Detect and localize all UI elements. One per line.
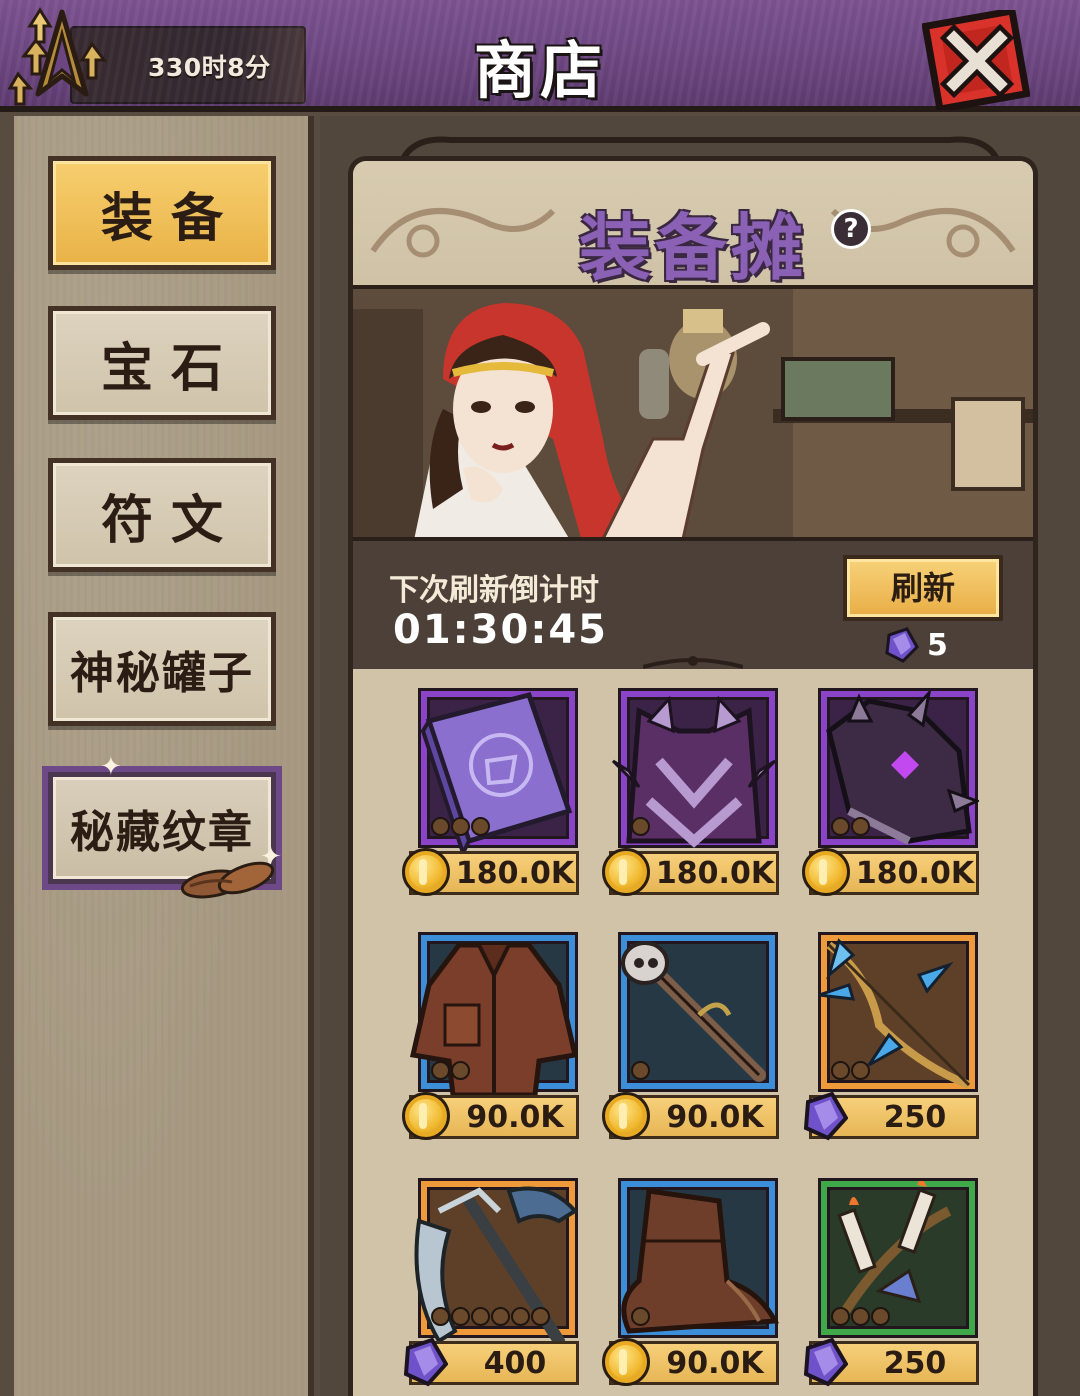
- tab-gems[interactable]: 宝石: [48, 306, 276, 420]
- shop-item-spiked-armor[interactable]: 180.0K: [602, 691, 779, 905]
- price-value: 400: [483, 1346, 547, 1381]
- price-value: 180.0K: [855, 856, 975, 891]
- price-tag: 90.0K: [602, 1092, 779, 1140]
- page-title: 商店: [473, 34, 606, 107]
- sparkle-icon: ✦: [100, 752, 122, 782]
- price-value: 90.0K: [466, 1100, 564, 1135]
- tab-hidden-emblem-label: 秘藏纹章: [70, 807, 254, 858]
- tab-equipment[interactable]: 装备: [48, 156, 276, 270]
- shop-item-dragon-scythe[interactable]: 400: [403, 1181, 579, 1395]
- close-icon[interactable]: [922, 10, 1030, 110]
- shop-title: 装备摊: [579, 206, 808, 290]
- star-rating: [631, 1307, 650, 1326]
- price-tag: 90.0K: [602, 1338, 779, 1386]
- gold-coin-icon: [602, 848, 650, 896]
- price-value: 250: [883, 1346, 947, 1381]
- star-rating: [831, 1307, 890, 1326]
- price-value: 90.0K: [666, 1346, 764, 1381]
- purple-gem-icon: [803, 1337, 848, 1387]
- refresh-countdown-label: 下次刷新倒计时: [389, 573, 599, 608]
- refresh-bar: 下次刷新倒计时 01:30:45 刷新 5: [353, 541, 1033, 669]
- purple-gem-icon: [885, 627, 919, 663]
- refresh-cost-value: 5: [927, 627, 948, 663]
- rank-arrow-icon[interactable]: [8, 4, 116, 112]
- price-tag: 180.0K: [802, 848, 979, 896]
- shop-item-dark-gauntlet[interactable]: 180.0K: [802, 691, 979, 905]
- shop-item-skull-staff[interactable]: 90.0K: [602, 935, 779, 1149]
- shop-item-candle-ornament[interactable]: 250: [803, 1181, 979, 1395]
- gold-coin-icon: [802, 848, 850, 896]
- star-rating: [631, 817, 650, 836]
- shop-item-leather-boots[interactable]: 90.0K: [602, 1181, 779, 1395]
- price-value: 90.0K: [666, 1100, 764, 1135]
- shop-item-leather-coat[interactable]: 90.0K: [402, 935, 579, 1149]
- tab-equipment-label: 装备: [100, 188, 241, 249]
- scroll-header: 装备摊 ?: [353, 161, 1033, 290]
- star-rating: [631, 1061, 650, 1080]
- gold-coin-icon: [602, 1338, 650, 1386]
- shop-item-crystal-bow[interactable]: 250: [803, 935, 979, 1149]
- tab-runes-label: 符文: [100, 490, 241, 551]
- gold-coin-icon: [402, 848, 450, 896]
- gold-coin-icon: [402, 1092, 450, 1140]
- price-tag: 400: [403, 1337, 579, 1387]
- help-icon[interactable]: ?: [831, 209, 871, 249]
- vendor-illustration: [353, 285, 1033, 541]
- shop-item-spellbook[interactable]: 180.0K: [402, 691, 579, 905]
- tab-mystery-jar[interactable]: 神秘罐子: [48, 612, 276, 726]
- price-value: 180.0K: [455, 856, 575, 891]
- tab-runes[interactable]: 符文: [48, 458, 276, 572]
- star-rating: [831, 817, 870, 836]
- divider-ornament: [643, 656, 743, 669]
- price-tag: 90.0K: [402, 1092, 579, 1140]
- bean-pods-icon: [180, 861, 275, 899]
- refresh-countdown-time: 01:30:45: [393, 607, 608, 653]
- star-rating: [431, 1061, 470, 1080]
- price-tag: 250: [803, 1091, 979, 1141]
- refresh-button[interactable]: 刷新: [843, 555, 1003, 621]
- gold-coin-icon: [602, 1092, 650, 1140]
- shop-panel: 装备摊 ? 下次刷新倒计时 01:30:45 刷新 5 180.0K 180.0…: [320, 116, 1080, 1396]
- price-value: 250: [883, 1100, 947, 1135]
- category-sidebar: 装备 宝石 符文 神秘罐子 秘藏纹章 ✦ ✦: [14, 116, 314, 1396]
- refresh-cost: 5: [883, 627, 948, 663]
- event-timer-text: 330时8分: [148, 53, 271, 82]
- price-value: 180.0K: [655, 856, 775, 891]
- star-rating: [831, 1061, 870, 1080]
- price-tag: 180.0K: [602, 848, 779, 896]
- shop-scroll: 装备摊 ? 下次刷新倒计时 01:30:45 刷新 5 180.0K 180.0…: [348, 156, 1038, 1396]
- price-tag: 180.0K: [402, 848, 579, 896]
- purple-gem-icon: [803, 1091, 848, 1141]
- star-rating: [431, 1307, 550, 1326]
- tab-mystery-jar-label: 神秘罐子: [70, 648, 254, 699]
- star-rating: [431, 817, 490, 836]
- tab-gems-label: 宝石: [100, 338, 241, 399]
- purple-gem-icon: [403, 1337, 448, 1387]
- price-tag: 250: [803, 1337, 979, 1387]
- top-bar: 330时8分 商店: [0, 0, 1080, 112]
